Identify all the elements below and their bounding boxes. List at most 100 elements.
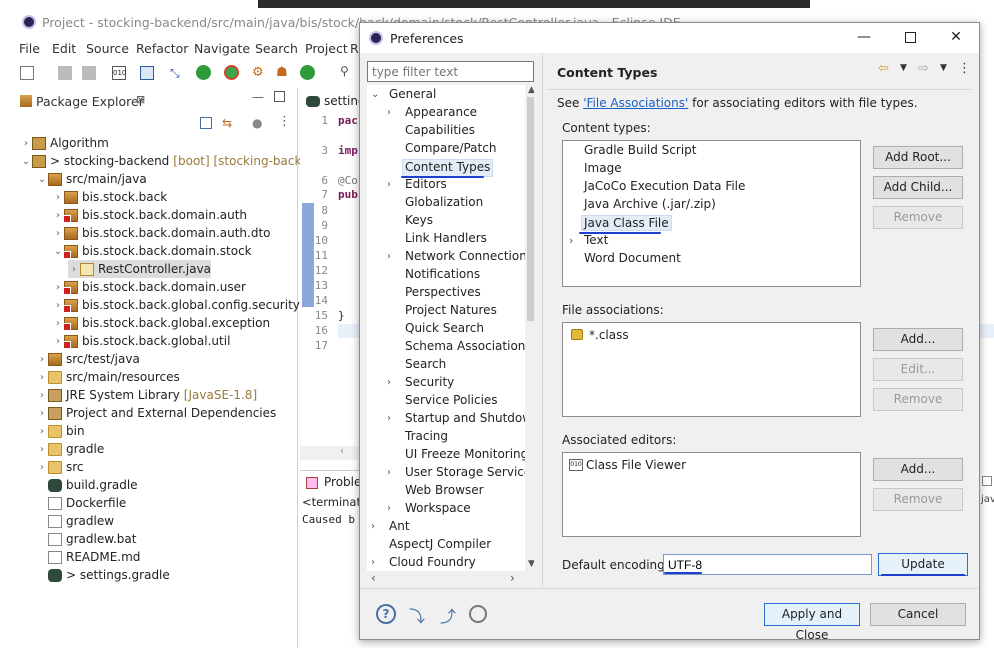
record-icon[interactable] (467, 603, 489, 625)
remove-content-type-button[interactable]: Remove (873, 206, 963, 229)
collapsed-arrow-icon[interactable]: › (36, 408, 48, 419)
collapsed-arrow-icon[interactable]: › (387, 377, 391, 388)
collapsed-arrow-icon[interactable]: › (36, 372, 48, 383)
collapsed-arrow-icon[interactable]: › (52, 228, 64, 239)
add-child-button[interactable]: Add Child... (873, 176, 963, 199)
collapsed-arrow-icon[interactable]: › (387, 251, 391, 262)
preferences-tree-item[interactable]: Web Browser (405, 483, 484, 501)
preferences-tree-item[interactable]: Security (405, 375, 454, 393)
focus-icon[interactable]: ● (252, 116, 262, 130)
search-icon[interactable]: ⚲ (340, 64, 355, 79)
skip-breakpoints-icon[interactable]: ⤡ (170, 66, 184, 80)
content-type-item[interactable]: Word Document (584, 251, 681, 265)
package-explorer-item[interactable]: › src/main/resources (36, 368, 180, 386)
content-type-item[interactable]: Text (584, 233, 608, 247)
expanded-arrow-icon[interactable]: ⌄ (20, 156, 32, 167)
preferences-tree-item[interactable]: Content Types (402, 159, 494, 177)
package-explorer-item[interactable]: › bis.stock.back.global.config.security (52, 296, 300, 314)
maximize-icon[interactable] (274, 91, 285, 102)
content-type-item[interactable]: Java Archive (.jar/.zip) (584, 197, 716, 211)
package-explorer-item[interactable]: › bin (36, 422, 85, 440)
update-button[interactable]: Update (878, 553, 968, 576)
preferences-tree-item[interactable]: Editors (405, 177, 447, 195)
collapsed-arrow-icon[interactable]: › (387, 503, 391, 514)
forward-dropdown-icon[interactable]: ▼ (940, 63, 947, 73)
link-with-editor-icon[interactable]: ⇆ (222, 116, 232, 130)
package-explorer-tab[interactable]: Package Explorer ⊠ — (12, 90, 298, 112)
dialog-sash[interactable] (542, 53, 543, 587)
preferences-tree-item[interactable]: Project Natures (405, 303, 497, 321)
preferences-tree-item[interactable]: Network Connection (405, 249, 527, 267)
package-explorer-item[interactable]: › gradle (36, 440, 104, 458)
package-explorer-item[interactable]: › bis.stock.back.global.exception (52, 314, 270, 332)
menu-refactor[interactable]: Refactor (136, 41, 188, 56)
view-menu-icon[interactable]: ⋮ (958, 61, 971, 76)
expanded-arrow-icon[interactable]: ⌄ (371, 89, 379, 100)
file-association-item[interactable]: *.class (589, 328, 629, 342)
package-explorer-item[interactable]: > settings.gradle (36, 566, 170, 584)
expanded-arrow-icon[interactable]: ⌄ (36, 174, 48, 185)
package-explorer-item[interactable]: build.gradle (36, 476, 138, 494)
filter-input[interactable] (367, 61, 534, 82)
preferences-tree-item[interactable]: Globalization (405, 195, 483, 213)
close-icon[interactable]: ⊠ (136, 93, 145, 106)
preferences-tree-item[interactable]: Capabilities (405, 123, 475, 141)
collapsed-arrow-icon[interactable]: › (36, 462, 48, 473)
collapsed-arrow-icon[interactable]: › (371, 557, 375, 568)
collapsed-arrow-icon[interactable]: › (36, 426, 48, 437)
preferences-tree-item[interactable]: Startup and Shutdow (405, 411, 532, 429)
edit-file-association-button[interactable]: Edit... (873, 358, 963, 381)
collapsed-arrow-icon[interactable]: › (387, 179, 391, 190)
collapse-all-icon[interactable] (200, 117, 212, 129)
external-tools-icon[interactable]: ⚙ (252, 65, 267, 80)
apply-and-close-button[interactable]: Apply and Close (764, 603, 860, 642)
preferences-tree-item[interactable]: Ant (389, 519, 410, 537)
collapsed-arrow-icon[interactable]: › (387, 467, 391, 478)
scroll-down-icon[interactable]: ▼ (528, 559, 534, 569)
collapsed-arrow-icon[interactable]: › (36, 444, 48, 455)
collapsed-arrow-icon[interactable]: › (36, 354, 48, 365)
preferences-tree-item[interactable]: Schema Associations (405, 339, 532, 357)
back-dropdown-icon[interactable]: ▼ (900, 63, 907, 73)
content-type-item[interactable]: Gradle Build Script (584, 143, 696, 157)
collapsed-arrow-icon[interactable]: › (387, 107, 391, 118)
collapsed-arrow-icon[interactable]: › (371, 521, 375, 532)
menu-run[interactable]: R (350, 41, 359, 56)
package-explorer-item[interactable]: ⌄ src/main/java (36, 170, 147, 188)
collapsed-arrow-icon[interactable]: › (52, 192, 64, 203)
collapsed-arrow-icon[interactable]: › (569, 234, 573, 247)
file-associations-link[interactable]: 'File Associations' (583, 96, 688, 110)
scroll-up-icon[interactable]: ▲ (528, 85, 534, 95)
preferences-tree-item[interactable]: User Storage Service (405, 465, 531, 483)
package-explorer-item[interactable]: › bis.stock.back.global.util (52, 332, 230, 350)
package-explorer-item[interactable]: ⌄ > stocking-backend [boot] [stocking-back… (20, 152, 324, 170)
preferences-tree-item[interactable]: Quick Search (405, 321, 484, 339)
preferences-tree-item[interactable]: Search (405, 357, 446, 375)
add-editor-button[interactable]: Add... (873, 458, 963, 481)
menu-file[interactable]: File (19, 41, 40, 56)
package-explorer-item[interactable]: › bis.stock.back.domain.auth (52, 206, 247, 224)
package-explorer-item[interactable]: Dockerfile (36, 494, 126, 512)
remove-editor-button[interactable]: Remove (873, 488, 963, 511)
collapsed-arrow-icon[interactable]: › (36, 390, 48, 401)
collapsed-arrow-icon[interactable]: › (387, 413, 391, 424)
package-explorer-item[interactable]: gradlew.bat (36, 530, 136, 548)
tree-scroll-thumb[interactable] (527, 97, 534, 321)
menu-search[interactable]: Search (255, 41, 298, 56)
binary-icon[interactable]: 010 (112, 66, 126, 80)
save-icon[interactable] (58, 66, 72, 80)
menu-edit[interactable]: Edit (52, 41, 76, 56)
preferences-tree-item[interactable]: Notifications (405, 267, 480, 285)
forward-arrow-icon[interactable]: ⇨ (918, 61, 929, 76)
preferences-tree-item[interactable]: Link Handlers (405, 231, 487, 249)
run-icon[interactable] (300, 65, 315, 80)
console-menu-icon[interactable] (982, 476, 992, 486)
scroll-right-icon[interactable]: › (510, 571, 515, 585)
preferences-tree-item[interactable]: Workspace (405, 501, 471, 519)
package-explorer-item[interactable]: › bis.stock.back.domain.user (52, 278, 246, 296)
associated-editor-item[interactable]: Class File Viewer (586, 458, 686, 472)
preferences-tree-item[interactable]: Appearance (405, 105, 477, 123)
console-icon[interactable] (140, 66, 154, 80)
debug-icon[interactable] (224, 65, 239, 80)
content-type-item[interactable]: Java Class File (581, 215, 672, 231)
